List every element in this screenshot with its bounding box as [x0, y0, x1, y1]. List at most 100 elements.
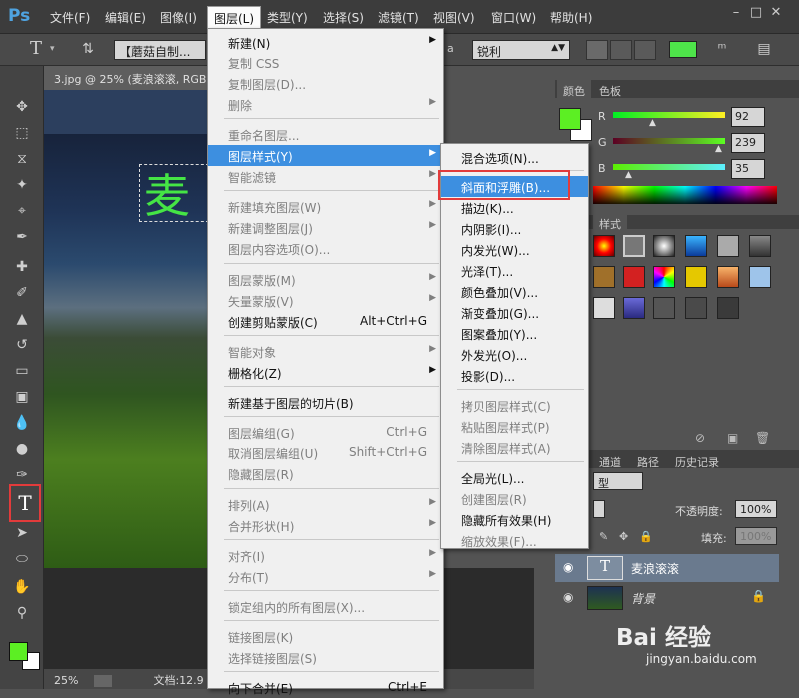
layer-menu-item[interactable]: 新建(N) ▶: [208, 32, 443, 53]
gradient-tool-icon[interactable]: ▣: [10, 386, 34, 408]
eyedropper-tool-icon[interactable]: ✒: [10, 226, 34, 248]
style-swatch[interactable]: [749, 235, 771, 257]
lock-pixels-icon[interactable]: ✎: [599, 530, 608, 543]
style-swatch[interactable]: [593, 235, 615, 257]
layer-menu-item[interactable]: 栅格化(Z) ▶: [208, 362, 443, 383]
style-swatch[interactable]: [717, 235, 739, 257]
restore-icon[interactable]: □: [748, 6, 764, 20]
type-tool-preset-icon[interactable]: T: [24, 38, 48, 60]
layer-menu-item[interactable]: 取消图层编组(U) Shift+Ctrl+G: [208, 442, 443, 463]
layer-menu-item[interactable]: 矢量蒙版(V) ▶: [208, 290, 443, 311]
layer-filter-select[interactable]: 型: [593, 472, 643, 490]
lock-move-icon[interactable]: ✥: [619, 530, 628, 543]
layer-menu-item[interactable]: 选择链接图层(S): [208, 647, 443, 668]
align-right-button[interactable]: [634, 40, 656, 60]
tab-channels[interactable]: 通道: [593, 451, 627, 473]
lasso-tool-icon[interactable]: ⧖: [10, 148, 34, 170]
type-tool-icon[interactable]: T: [13, 492, 37, 514]
layer-menu-item[interactable]: 复制图层(D)...: [208, 73, 443, 94]
style-swatch[interactable]: [623, 266, 645, 288]
menu-edit[interactable]: 编辑(E): [105, 9, 146, 26]
crop-tool-icon[interactable]: ⌖: [10, 200, 34, 222]
style-swatch[interactable]: [593, 266, 615, 288]
layer-menu-item[interactable]: 对齐(I) ▶: [208, 545, 443, 566]
character-panel-icon[interactable]: ▤: [752, 38, 776, 60]
style-swatch[interactable]: [685, 297, 707, 319]
style-swatch[interactable]: [685, 235, 707, 257]
layer-name[interactable]: 背景: [631, 590, 655, 607]
opacity-input[interactable]: 100%: [735, 500, 777, 518]
style-submenu-item[interactable]: 缩放效果(F)...: [441, 530, 588, 551]
layer-menu-item[interactable]: 图层编组(G) Ctrl+G: [208, 422, 443, 443]
preset-chevron-down-icon[interactable]: ▾: [50, 44, 55, 54]
align-left-button[interactable]: [586, 40, 608, 60]
green-value[interactable]: 239: [731, 133, 765, 153]
lock-all-icon[interactable]: 🔒: [639, 530, 653, 543]
style-submenu-item[interactable]: 投影(D)...: [441, 365, 588, 386]
visibility-eye-icon[interactable]: ◉: [563, 560, 573, 574]
clone-stamp-tool-icon[interactable]: ▲: [10, 308, 34, 330]
layer-menu-item[interactable]: 图层蒙版(M) ▶: [208, 269, 443, 290]
new-style-icon[interactable]: ▣: [727, 431, 738, 445]
style-submenu-item[interactable]: 全局光(L)...: [441, 467, 588, 488]
tab-history[interactable]: 历史记录: [669, 451, 725, 473]
style-submenu-item[interactable]: 隐藏所有效果(H): [441, 509, 588, 530]
menu-help[interactable]: 帮助(H): [550, 9, 592, 26]
red-slider[interactable]: [613, 112, 725, 118]
style-submenu-item[interactable]: 拷贝图层样式(C): [441, 395, 588, 416]
minimize-icon[interactable]: –: [728, 6, 744, 20]
menu-select[interactable]: 选择(S): [323, 9, 364, 26]
path-select-tool-icon[interactable]: ➤: [10, 522, 34, 544]
healing-brush-tool-icon[interactable]: ✚: [10, 256, 34, 278]
layer-menu-item[interactable]: 排列(A) ▶: [208, 494, 443, 515]
red-slider-thumb-icon[interactable]: ▲: [649, 118, 656, 128]
style-submenu-item[interactable]: 描边(K)...: [441, 197, 588, 218]
font-family-select[interactable]: 【蘑菇自制...: [114, 40, 206, 60]
style-swatch[interactable]: [593, 297, 615, 319]
red-value[interactable]: 92: [731, 107, 765, 127]
dodge-tool-icon[interactable]: ●: [10, 438, 34, 460]
menu-window[interactable]: 窗口(W): [491, 9, 536, 26]
style-swatch[interactable]: [623, 235, 645, 257]
quick-select-tool-icon[interactable]: ✦: [10, 174, 34, 196]
style-swatch[interactable]: [653, 266, 675, 288]
layer-menu-item[interactable]: 新建调整图层(J) ▶: [208, 217, 443, 238]
style-submenu-item[interactable]: 光泽(T)...: [441, 260, 588, 281]
status-toggle-icon[interactable]: [93, 675, 112, 687]
blue-value[interactable]: 35: [731, 159, 765, 179]
style-submenu-item[interactable]: 内发光(W)...: [441, 239, 588, 260]
style-submenu-item[interactable]: 混合选项(N)...: [441, 147, 588, 168]
color-fg-swatch[interactable]: [559, 108, 581, 130]
hand-tool-icon[interactable]: ✋: [10, 576, 34, 598]
style-submenu-item[interactable]: 渐变叠加(G)...: [441, 302, 588, 323]
green-slider[interactable]: [613, 138, 725, 144]
blur-tool-icon[interactable]: 💧: [10, 412, 34, 434]
tab-color[interactable]: 颜色: [557, 80, 591, 102]
warp-text-icon[interactable]: ᵐ: [710, 38, 734, 60]
text-bounding-box[interactable]: [139, 164, 209, 222]
style-submenu-item[interactable]: 粘贴图层样式(P): [441, 416, 588, 437]
green-slider-thumb-icon[interactable]: ▲: [715, 144, 722, 154]
antialias-select[interactable]: 锐利 ▲▼: [472, 40, 570, 60]
eraser-tool-icon[interactable]: ▭: [10, 360, 34, 382]
tab-styles[interactable]: 样式: [593, 213, 627, 235]
foreground-color-swatch[interactable]: [9, 642, 28, 661]
style-swatch[interactable]: [717, 297, 739, 319]
style-submenu-item[interactable]: 颜色叠加(V)...: [441, 281, 588, 302]
tab-swatches[interactable]: 色板: [593, 80, 627, 102]
menu-filter[interactable]: 滤镜(T): [378, 9, 419, 26]
style-submenu-item[interactable]: 图案叠加(Y)...: [441, 323, 588, 344]
style-swatch[interactable]: [685, 266, 707, 288]
style-swatch[interactable]: [749, 266, 771, 288]
visibility-eye-icon[interactable]: ◉: [563, 590, 573, 604]
style-submenu-item[interactable]: 创建图层(R): [441, 488, 588, 509]
align-center-button[interactable]: [610, 40, 632, 60]
layer-menu-item[interactable]: 图层样式(Y) ▶: [208, 145, 443, 166]
layer-menu-item[interactable]: 智能滤镜 ▶: [208, 166, 443, 187]
style-submenu-item[interactable]: 内阴影(I)...: [441, 218, 588, 239]
menu-view[interactable]: 视图(V): [433, 9, 475, 26]
ellipse-tool-icon[interactable]: ⬭: [10, 548, 34, 570]
style-submenu-item[interactable]: 清除图层样式(A): [441, 437, 588, 458]
fill-input[interactable]: 100%: [735, 527, 777, 545]
menu-file[interactable]: 文件(F): [50, 9, 90, 26]
